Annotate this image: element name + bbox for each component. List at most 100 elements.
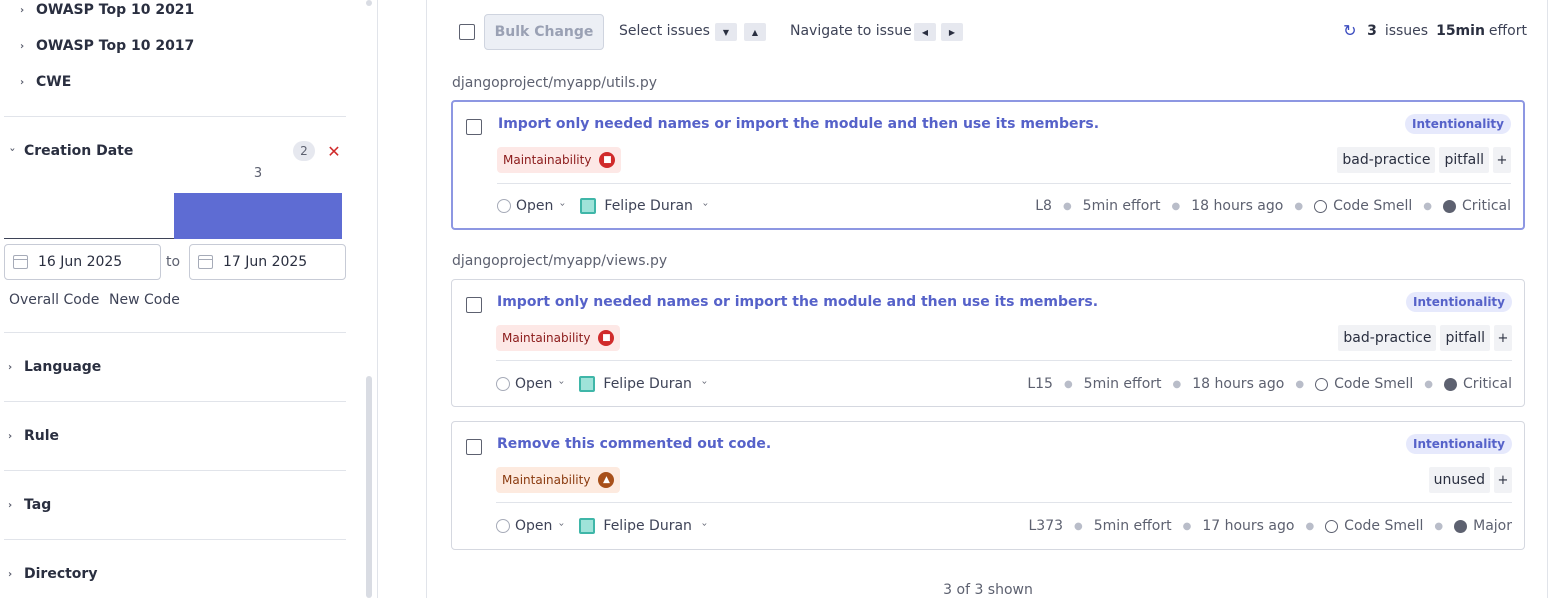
tag[interactable]: pitfall (1439, 147, 1489, 173)
date-from-value: 16 Jun 2025 (38, 254, 123, 270)
issue-checkbox[interactable] (466, 439, 482, 455)
facet-label: OWASP Top 10 2021 (36, 2, 195, 18)
assignee-dropdown[interactable]: Felipe Duran › (579, 376, 709, 392)
issue-title[interactable]: Remove this commented out code. (497, 436, 771, 452)
clean-code-attribute-badge[interactable]: Intentionality (1406, 434, 1512, 454)
issue-checkbox[interactable] (466, 297, 482, 313)
issues-summary: ↻ 3 issues 15min effort (1343, 23, 1527, 40)
issue-tags: bad-practice pitfall + (1338, 325, 1512, 351)
add-tag-button[interactable]: + (1494, 467, 1512, 493)
issues-panel: Bulk Change Select issues ▼ ▲ Navigate t… (426, 0, 1548, 598)
issue-effort: 5min effort (1093, 518, 1172, 534)
separator-dot: ● (1171, 200, 1181, 212)
separator-dot: ● (1172, 378, 1182, 390)
issue-meta: L373 ● 5min effort ● 17 hours ago ● Code… (1029, 518, 1513, 534)
issue-line[interactable]: L15 (1027, 376, 1053, 392)
separator-dot: ● (1424, 378, 1434, 390)
calendar-icon (13, 255, 28, 269)
status-label: Open (515, 376, 553, 392)
status-dropdown[interactable]: Open › (497, 198, 568, 214)
assignee-dropdown[interactable]: Felipe Duran › (579, 518, 710, 534)
chevron-down-icon: › (698, 522, 710, 526)
issue-card[interactable]: Remove this commented out code. Intentio… (451, 421, 1525, 550)
software-quality-label: Maintainability (503, 153, 592, 167)
date-to-input[interactable]: 17 Jun 2025 (189, 244, 346, 280)
histogram-bar[interactable] (174, 193, 342, 239)
clear-filter-icon[interactable]: ✕ (325, 141, 343, 161)
software-quality-badge[interactable]: Maintainability ▲ (496, 467, 621, 493)
critical-severity-icon (1444, 377, 1458, 391)
separator-dot: ● (1305, 520, 1315, 532)
status-dropdown[interactable]: Open › (496, 518, 567, 534)
chevron-down-icon: › (555, 380, 567, 384)
facet-tag[interactable]: › Tag (8, 495, 51, 515)
sidebar-scrollbar[interactable] (364, 0, 374, 598)
facet-cwe[interactable]: › CWE (20, 72, 71, 92)
major-severity-icon: ▲ (598, 472, 615, 488)
refresh-icon[interactable]: ↻ (1343, 23, 1359, 39)
facet-directory[interactable]: › Directory (8, 564, 97, 584)
tag[interactable]: bad-practice (1338, 325, 1437, 351)
issue-tags: bad-practice pitfall + (1337, 147, 1511, 173)
status-label: Open (516, 198, 554, 214)
clean-code-attribute-badge[interactable]: Intentionality (1405, 114, 1511, 134)
software-quality-badge[interactable]: Maintainability ■ (496, 325, 621, 351)
issue-line[interactable]: L373 (1029, 518, 1064, 534)
clean-code-attribute-badge[interactable]: Intentionality (1406, 292, 1512, 312)
select-next-button[interactable]: ▼ (715, 23, 737, 41)
navigate-prev-button[interactable]: ◀ (914, 23, 936, 41)
issue-effort: 5min effort (1083, 376, 1162, 392)
add-tag-button[interactable]: + (1493, 147, 1511, 173)
assignee-name: Felipe Duran (603, 518, 692, 534)
assignee-dropdown[interactable]: Felipe Duran › (580, 198, 710, 214)
separator-dot: ● (1423, 200, 1433, 212)
chevron-right-icon: › (8, 430, 13, 442)
software-quality-label: Maintainability (502, 473, 591, 487)
issue-title[interactable]: Import only needed names or import the m… (497, 294, 1098, 310)
select-all-checkbox[interactable] (459, 24, 475, 40)
facet-language[interactable]: › Language (8, 357, 101, 377)
overall-code-link[interactable]: Overall Code (9, 292, 99, 308)
major-severity-icon (1454, 519, 1468, 533)
select-prev-button[interactable]: ▲ (744, 23, 766, 41)
chevron-down-icon: › (556, 202, 568, 206)
facet-label: Language (24, 359, 102, 375)
add-tag-button[interactable]: + (1494, 325, 1512, 351)
separator-dot: ● (1074, 520, 1083, 532)
issue-title[interactable]: Import only needed names or import the m… (498, 116, 1099, 132)
separator-dot: ● (1182, 520, 1192, 532)
results-shown-count: 3 of 3 shown (943, 582, 1033, 598)
facet-creation-date[interactable]: › Creation Date (7, 141, 134, 161)
navigate-next-button[interactable]: ▶ (941, 23, 963, 41)
issue-type: Code Smell (1333, 198, 1413, 214)
tag[interactable]: pitfall (1440, 325, 1490, 351)
issue-type: Code Smell (1334, 376, 1414, 392)
separator-dot: ● (1295, 378, 1305, 390)
issues-label: issues (1384, 23, 1429, 39)
scrollbar-thumb[interactable] (366, 376, 372, 598)
tag[interactable]: bad-practice (1337, 147, 1436, 173)
facet-rule[interactable]: › Rule (8, 426, 59, 446)
tag[interactable]: unused (1428, 467, 1490, 493)
critical-severity-icon: ■ (599, 152, 616, 168)
issue-line[interactable]: L8 (1035, 198, 1052, 214)
issue-age: 17 hours ago (1202, 518, 1295, 534)
issue-card[interactable]: Import only needed names or import the m… (451, 279, 1525, 407)
bulk-change-button[interactable]: Bulk Change (484, 14, 604, 50)
date-range-separator: to (166, 254, 181, 270)
software-quality-badge[interactable]: Maintainability ■ (497, 147, 622, 173)
date-from-input[interactable]: 16 Jun 2025 (4, 244, 161, 280)
new-code-link[interactable]: New Code (109, 292, 180, 308)
facet-owasp-2021[interactable]: › OWASP Top 10 2021 (20, 0, 194, 20)
facet-owasp-2017[interactable]: › OWASP Top 10 2017 (20, 36, 194, 56)
code-smell-icon (1314, 199, 1328, 213)
issue-checkbox[interactable] (466, 119, 482, 135)
issue-card[interactable]: Import only needed names or import the m… (451, 100, 1525, 230)
histogram-axis (4, 238, 174, 239)
status-dropdown[interactable]: Open › (496, 376, 567, 392)
separator-dot: ● (1294, 200, 1304, 212)
divider (4, 470, 346, 471)
assignee-name: Felipe Duran (603, 376, 692, 392)
scrollbar-thumb[interactable] (366, 0, 372, 6)
issue-severity: Critical (1463, 376, 1512, 392)
